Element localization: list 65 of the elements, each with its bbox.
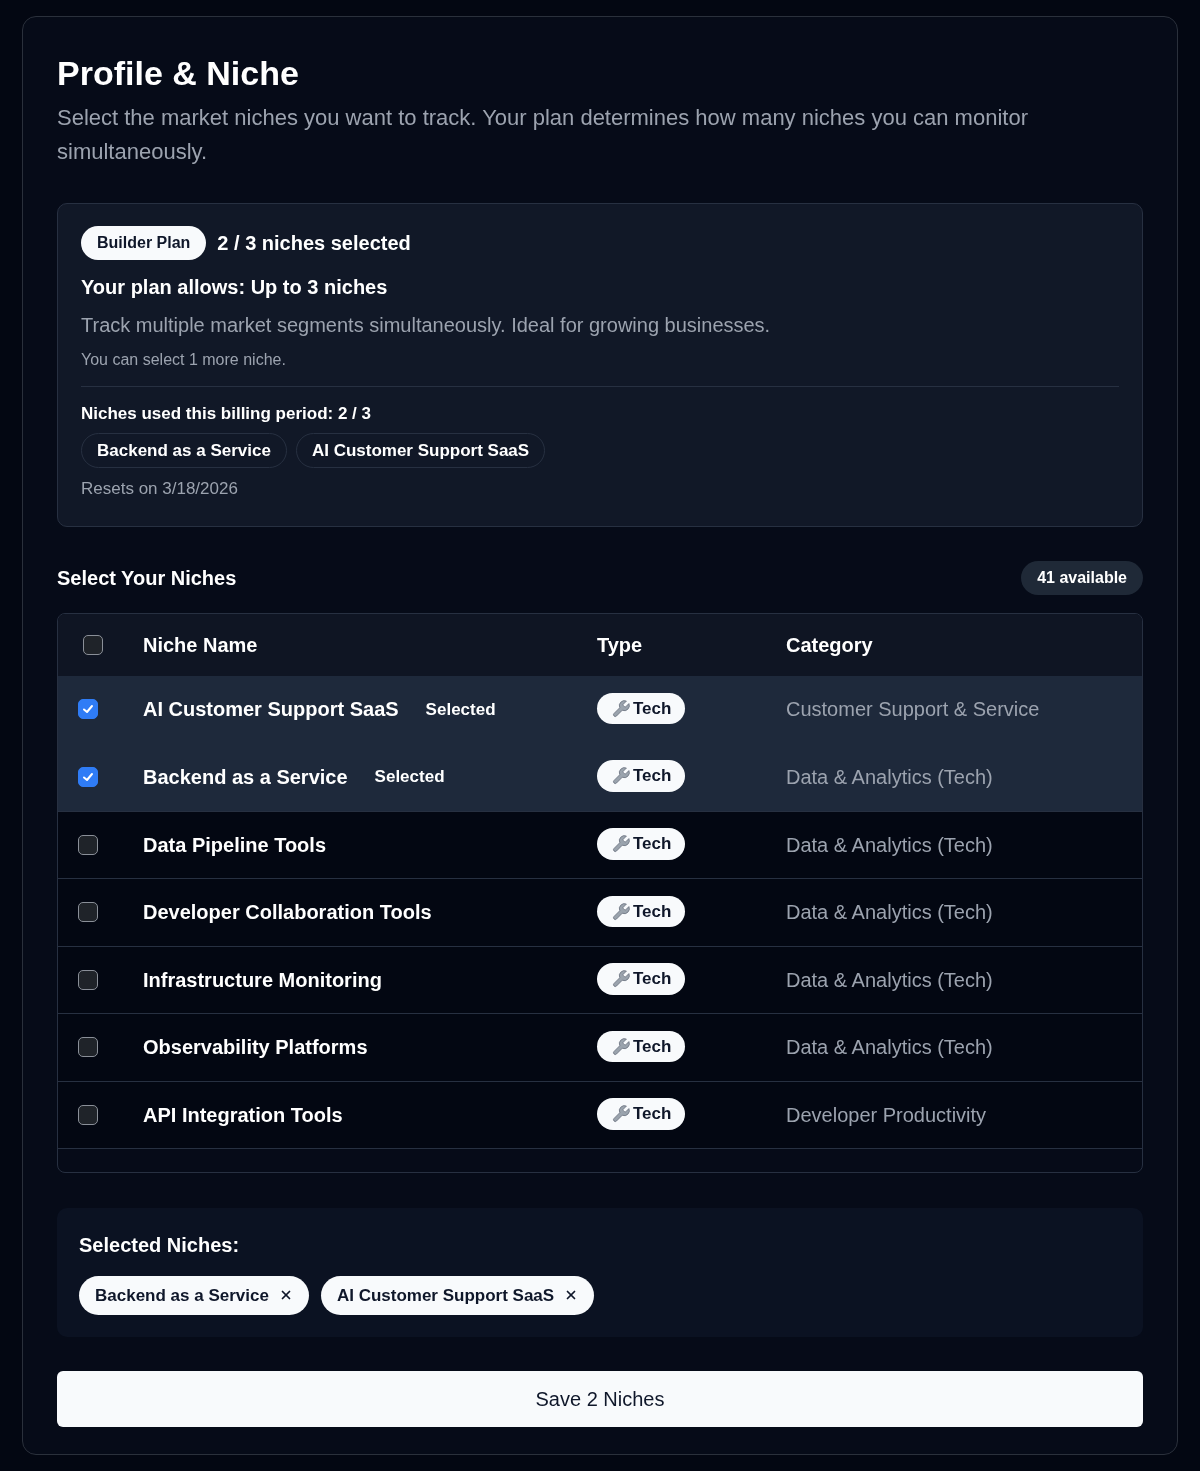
checkmark-icon: [82, 703, 94, 716]
niche-row[interactable]: Backend as a Service Selected Tech Data & Analytics (Tech): [58, 743, 1142, 811]
checkbox[interactable]: [83, 634, 103, 655]
checkbox[interactable]: [78, 902, 98, 923]
checkbox[interactable]: [78, 969, 98, 990]
category-text: Data & Analytics (Tech): [786, 764, 993, 790]
type-badge: Tech: [597, 963, 686, 995]
category-text: Data & Analytics (Tech): [786, 832, 993, 858]
niche-name: Backend as a Service: [143, 764, 348, 790]
category-text: Data & Analytics (Tech): [786, 967, 993, 993]
checkbox[interactable]: [78, 699, 98, 720]
column-header: Category: [786, 632, 873, 658]
wrench-icon: [611, 969, 631, 990]
wrench-icon: [611, 766, 631, 787]
checkbox[interactable]: [78, 766, 98, 787]
selected-niche-chip: AI Customer Support SaaS: [320, 1275, 595, 1315]
checkbox[interactable]: [78, 834, 98, 855]
reset-date: Resets on 3/18/2026: [81, 478, 239, 500]
niche-name: Data Pipeline Tools: [143, 832, 326, 858]
selected-title: Selected Niches:: [79, 1232, 241, 1258]
wrench-icon: [611, 698, 631, 719]
page-title: Profile & Niche: [57, 53, 300, 94]
checkbox[interactable]: [78, 1037, 98, 1058]
niche-row[interactable]: Infrastructure Monitoring Tech Data & Analytics (Tech): [58, 945, 1142, 1013]
niche-name: API Integration Tools: [143, 1102, 343, 1128]
column-header: Type: [597, 632, 644, 658]
selection-count: 2 / 3 niches selected: [217, 231, 411, 256]
category-text: Customer Support & Service: [786, 697, 1040, 723]
page-subtitle: Select the market niches you want to track. Your plan determines how many niches you can monitor simultaneously.: [57, 104, 1029, 166]
remaining-note: You can select 1 more niche.: [81, 350, 287, 370]
selected-label: Selected: [425, 698, 496, 721]
available-count: 41 available: [1021, 560, 1143, 595]
usage-label: Niches used this billing period: 2 / 3: [81, 403, 372, 425]
section-title: Select Your Niches: [57, 565, 237, 591]
save-button[interactable]: Save 2 Niches: [57, 1371, 1143, 1427]
type-badge: Tech: [597, 1030, 686, 1063]
plan-description: Track multiple market segments simultaneously. Ideal for growing businesses.: [81, 313, 772, 338]
category-text: Developer Productivity: [786, 1102, 987, 1128]
checkbox[interactable]: [78, 1104, 98, 1125]
selected-label: Selected: [374, 766, 445, 788]
category-text: Data & Analytics (Tech): [786, 1035, 993, 1061]
selected-niche-chip: Backend as a Service: [79, 1275, 309, 1315]
category-text: Data & Analytics (Tech): [786, 900, 993, 926]
niche-row[interactable]: Observability Platforms Tech Data & Analytics (Tech): [58, 1013, 1142, 1081]
niche-name: AI Customer Support SaaS: [143, 697, 399, 723]
niche-row[interactable]: AI Customer Support SaaS Selected Tech Customer Support & Service: [58, 675, 1142, 743]
checkmark-icon: [82, 770, 94, 783]
niche-name: Infrastructure Monitoring: [143, 967, 382, 993]
column-header: Niche Name: [143, 632, 259, 658]
wrench-icon: [611, 901, 631, 922]
wrench-icon: [611, 1104, 631, 1125]
plan-limit: Your plan allows: Up to 3 niches: [81, 275, 389, 300]
niche-row[interactable]: API Integration Tools Tech Developer Productivity: [58, 1080, 1142, 1148]
type-badge: Tech: [597, 828, 686, 860]
type-badge: Tech: [597, 692, 686, 725]
niche-name: Developer Collaboration Tools: [143, 900, 432, 926]
plan-badge: Builder Plan: [81, 226, 207, 260]
type-badge: Tech: [597, 895, 686, 928]
type-badge: Tech: [597, 1098, 686, 1130]
niche-name: Observability Platforms: [143, 1035, 368, 1061]
wrench-icon: [611, 834, 631, 855]
niche-row[interactable]: Data Pipeline Tools Tech Data & Analytics (Tech): [58, 810, 1142, 878]
niche-row[interactable]: Developer Collaboration Tools Tech Data & Analytics (Tech): [58, 878, 1142, 946]
type-badge: Tech: [597, 760, 686, 792]
wrench-icon: [611, 1036, 631, 1057]
